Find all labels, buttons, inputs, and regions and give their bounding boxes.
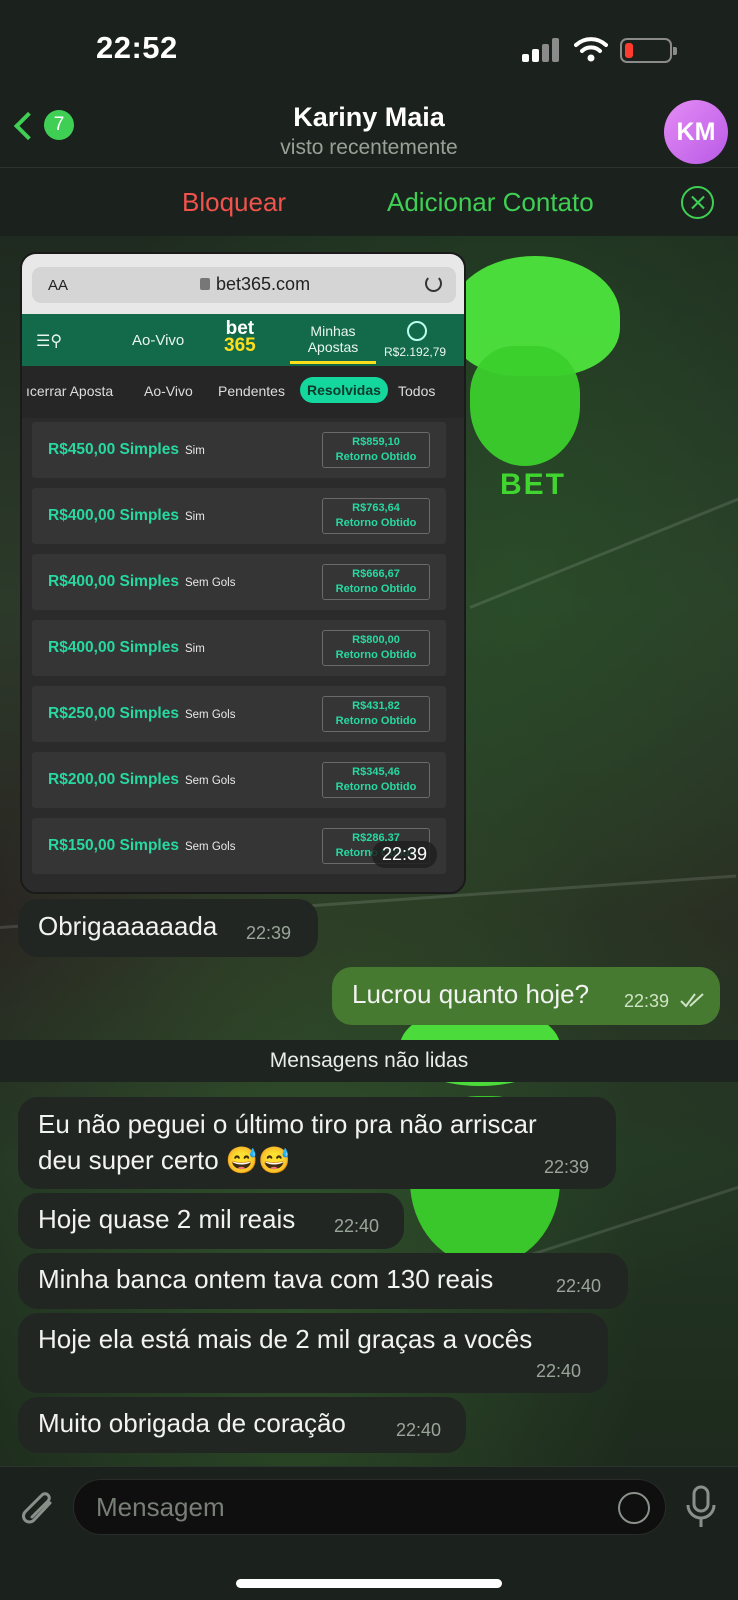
- url-text: bet365.com: [216, 274, 311, 294]
- signal-icon: [522, 38, 562, 62]
- message-text: Hoje ela está mais de 2 mil graças a voc…: [38, 1324, 533, 1354]
- message-text: Lucrou quanto hoje?: [352, 979, 590, 1009]
- close-circle-icon[interactable]: [681, 186, 714, 219]
- bet-stake: R$400,00 Simples Sim: [48, 639, 205, 656]
- message-text: Muito obrigada de coração: [38, 1408, 346, 1438]
- bet-return: R$763,64 Retorno Obtido: [322, 498, 430, 534]
- tab-pendentes: Pendentes: [218, 383, 285, 399]
- bet-stake: R$250,00 Simples Sem Gols: [48, 705, 236, 722]
- tab-aovivo: Ao-Vivo: [144, 383, 193, 399]
- lock-icon: [200, 278, 210, 290]
- balance: R$2.192,79: [384, 345, 447, 359]
- bet-return: R$345,46 Retorno Obtido: [322, 762, 430, 798]
- menu-search-icon: ☰⚲: [36, 333, 63, 350]
- message-text: Eu não peguei o último tiro pra não arri…: [38, 1109, 537, 1139]
- field-line: [469, 486, 738, 609]
- message-time: 22:40: [396, 1420, 442, 1440]
- wallpaper-logo-small: BET: [500, 468, 566, 501]
- home-indicator: [236, 1579, 502, 1588]
- bet-row: R$250,00 Simples Sem Gols R$431,82 Retorno …: [32, 686, 446, 742]
- status-time: 22:52: [96, 30, 178, 65]
- message-time: 22:39: [246, 923, 292, 943]
- status-bar: 22:52: [0, 0, 738, 96]
- reload-icon: [425, 275, 442, 292]
- bet-stake: R$150,00 Simples Sem Gols: [48, 837, 236, 854]
- contact-action-bar: Bloquear Adicionar Contato: [0, 169, 738, 235]
- bet-selection: Sem Gols: [184, 709, 236, 721]
- bet-return: R$859,10 Retorno Obtido: [322, 432, 430, 468]
- message-input[interactable]: [96, 1490, 566, 1524]
- bet-selection: Sim: [184, 511, 205, 523]
- message-field[interactable]: [73, 1479, 666, 1535]
- bet-stake: R$200,00 Simples Sem Gols: [48, 771, 236, 788]
- bet-row: R$400,00 Simples Sem Gols R$666,67 Retorno …: [32, 554, 446, 610]
- bet-nav: ☰⚲ Ao-Vivo bet 365 Minhas Apostas R$2.19…: [22, 314, 464, 366]
- bet-stake: R$450,00 Simples Sim: [48, 441, 205, 458]
- message-time: 22:39: [544, 1157, 590, 1177]
- message-time: 22:40: [536, 1361, 582, 1381]
- chat-header: 7 Kariny Maia visto recentemente KM: [0, 96, 738, 168]
- bet-selection: Sim: [184, 445, 205, 457]
- bet-row: R$200,00 Simples Sem Gols R$345,46 Retorno …: [32, 752, 446, 808]
- microphone-icon[interactable]: [684, 1485, 718, 1529]
- message-bubble[interactable]: Hoje ela está mais de 2 mil graças a voc…: [18, 1313, 608, 1393]
- contact-name[interactable]: Kariny Maia: [0, 102, 738, 133]
- bet-selection: Sem Gols: [184, 775, 236, 787]
- browser-url-bar: AA bet365.com: [22, 254, 464, 314]
- shared-image-message[interactable]: AA bet365.com ☰⚲ Ao-Vivo bet 365 Minhas …: [20, 252, 466, 894]
- user-icon: [407, 321, 427, 341]
- battery-icon: [620, 38, 677, 63]
- unread-divider: Mensagens não lidas: [0, 1040, 738, 1082]
- message-bubble[interactable]: Minha banca ontem tava com 130 reais 22:…: [18, 1253, 628, 1309]
- bet-row: R$450,00 Simples Sim R$859,10 Retorno Obtid…: [32, 422, 446, 478]
- avatar[interactable]: KM: [664, 100, 728, 164]
- bet-return: R$431,82 Retorno Obtido: [322, 696, 430, 732]
- add-contact-button[interactable]: Adicionar Contato: [387, 187, 594, 218]
- bet-return: R$666,67 Retorno Obtido: [322, 564, 430, 600]
- bet365-logo: bet 365: [224, 318, 256, 356]
- bet-selection: Sim: [184, 643, 205, 655]
- sticker-icon[interactable]: [618, 1492, 650, 1524]
- block-button[interactable]: Bloquear: [182, 187, 286, 218]
- message-text: Obrigaaaaaada: [38, 911, 218, 941]
- message-bubble[interactable]: Muito obrigada de coração 22:40: [18, 1397, 466, 1453]
- nav-aovivo: Ao-Vivo: [132, 332, 185, 349]
- bet-tabs: ıcerrar Aposta Ao-Vivo Pendentes Resolvi…: [22, 366, 464, 418]
- bet-row: R$400,00 Simples Sim R$763,64 Retorno Obtid…: [32, 488, 446, 544]
- double-check-icon: [680, 993, 704, 1008]
- tab-todos: Todos: [398, 383, 436, 399]
- bet-row: R$400,00 Simples Sim R$800,00 Retorno Obtid…: [32, 620, 446, 676]
- tab-encerrar: ıcerrar Aposta: [26, 383, 114, 399]
- bet-stake: R$400,00 Simples Sem Gols: [48, 573, 236, 590]
- message-time: 22:39: [624, 991, 670, 1011]
- message-time: 22:40: [556, 1276, 602, 1296]
- bet-return: R$800,00 Retorno Obtido: [322, 630, 430, 666]
- bet-selection: Sem Gols: [184, 577, 236, 589]
- message-bubble-outgoing[interactable]: Lucrou quanto hoje? 22:39: [332, 967, 720, 1025]
- message-bubble[interactable]: Eu não peguei o último tiro pra não arri…: [18, 1097, 616, 1189]
- message-text: deu super certo 😅😅: [38, 1145, 291, 1175]
- message-text: Hoje quase 2 mil reais: [38, 1204, 296, 1234]
- mascot-face: [470, 346, 580, 466]
- contact-status: visto recentemente: [280, 136, 458, 159]
- message-text: Minha banca ontem tava com 130 reais: [38, 1264, 494, 1294]
- nav-minhas-apostas: Minhas Apostas: [290, 323, 376, 364]
- bet-stake: R$400,00 Simples Sim: [48, 507, 205, 524]
- message-bubble[interactable]: Hoje quase 2 mil reais 22:40: [18, 1193, 404, 1249]
- image-time: 22:39: [372, 841, 438, 868]
- tab-resolvidas: Resolvidas: [300, 377, 388, 403]
- wifi-icon: [574, 37, 608, 62]
- message-input-bar: [0, 1466, 738, 1600]
- text-size-button: AA: [48, 277, 69, 294]
- message-time: 22:40: [334, 1216, 380, 1236]
- bet-selection: Sem Gols: [184, 841, 236, 853]
- paperclip-icon[interactable]: [20, 1489, 58, 1529]
- message-bubble[interactable]: Obrigaaaaaada 22:39: [18, 899, 318, 957]
